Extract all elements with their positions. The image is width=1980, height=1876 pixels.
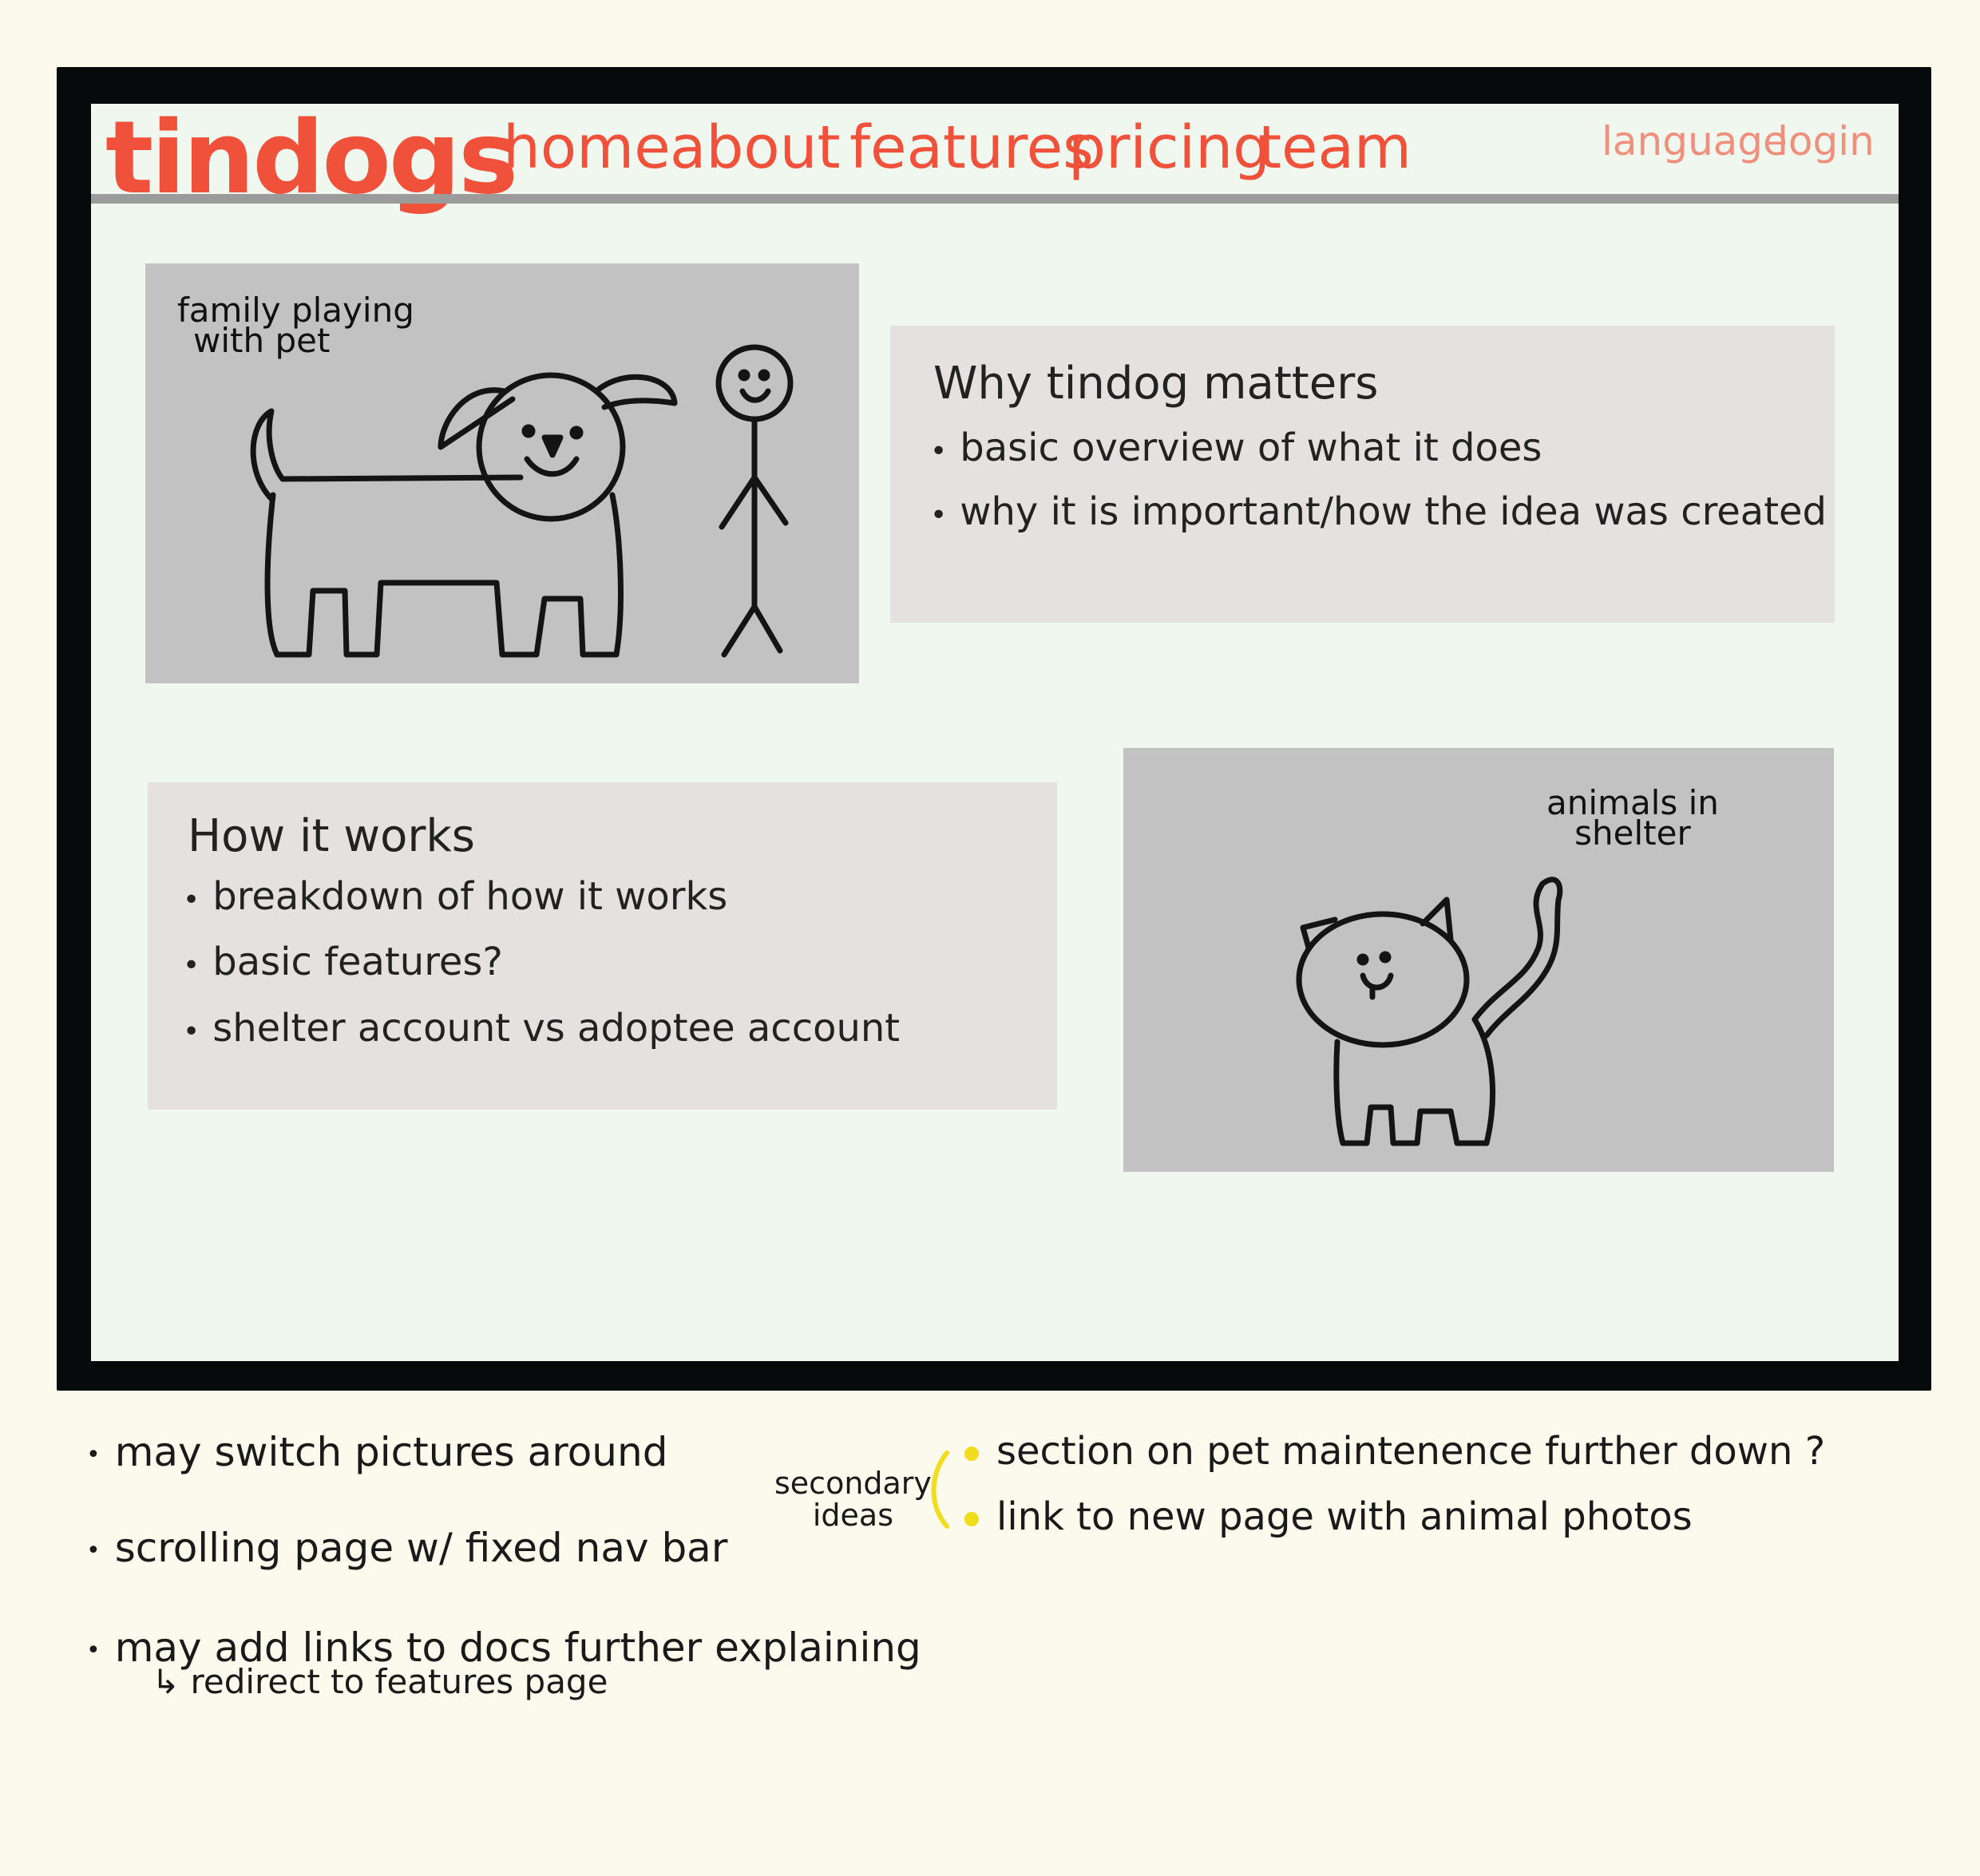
dog-and-person-sketch <box>250 344 794 658</box>
secondary-item: link to new page with animal photos <box>964 1494 1693 1539</box>
nav-about[interactable]: about <box>670 113 841 182</box>
why-tindog-card: Why tindog matters basic overview of wha… <box>890 326 1835 623</box>
how-card-bullet: shelter account vs adoptee account <box>183 1006 900 1051</box>
why-card-title: Why tindog matters <box>933 358 1379 410</box>
nav-bar: tindogs home about features pricing team… <box>91 104 1899 216</box>
bullet-dot-icon <box>964 1512 979 1526</box>
why-card-bullet: why it is important/how the idea was cre… <box>930 489 1827 534</box>
note-item: scrolling page w/ fixed nav bar <box>86 1525 728 1571</box>
bullet-dot-icon <box>964 1447 979 1461</box>
website-mockup: tindogs home about features pricing team… <box>91 104 1899 1361</box>
bracket-icon <box>931 1451 949 1529</box>
nav-pricing[interactable]: pricing <box>1068 113 1270 182</box>
why-card-bullet: basic overview of what it does <box>930 425 1542 470</box>
how-card-bullet: basic features? <box>183 940 503 984</box>
note-sub-item: ↳ redirect to features page <box>152 1662 608 1701</box>
browser-frame: tindogs home about features pricing team… <box>57 67 1931 1391</box>
cat-sketch <box>1296 877 1563 1146</box>
shelter-image-placeholder: animals in shelter <box>1123 748 1834 1172</box>
nav-features[interactable]: features <box>849 113 1094 182</box>
hero-image-placeholder: family playing with pet <box>145 263 859 683</box>
how-it-works-card: How it works breakdown of how it works b… <box>148 782 1057 1110</box>
note-item: may switch pictures around <box>86 1429 668 1475</box>
secondary-label-line2: ideas <box>812 1498 894 1533</box>
secondary-item-text: section on pet maintenence further down … <box>996 1429 1826 1474</box>
secondary-ideas-label: secondary ideas <box>774 1467 932 1531</box>
secondary-item: section on pet maintenence further down … <box>964 1429 1825 1474</box>
secondary-label-line1: secondary <box>774 1466 932 1501</box>
nav-home[interactable]: home <box>503 113 671 182</box>
how-card-bullet: breakdown of how it works <box>183 874 727 919</box>
how-card-title: How it works <box>188 810 475 862</box>
secondary-item-text: link to new page with animal photos <box>996 1494 1693 1539</box>
nav-divider <box>91 194 1899 204</box>
nav-language[interactable]: language <box>1602 118 1788 164</box>
nav-login[interactable]: login <box>1777 118 1875 164</box>
nav-team[interactable]: team <box>1258 113 1412 182</box>
